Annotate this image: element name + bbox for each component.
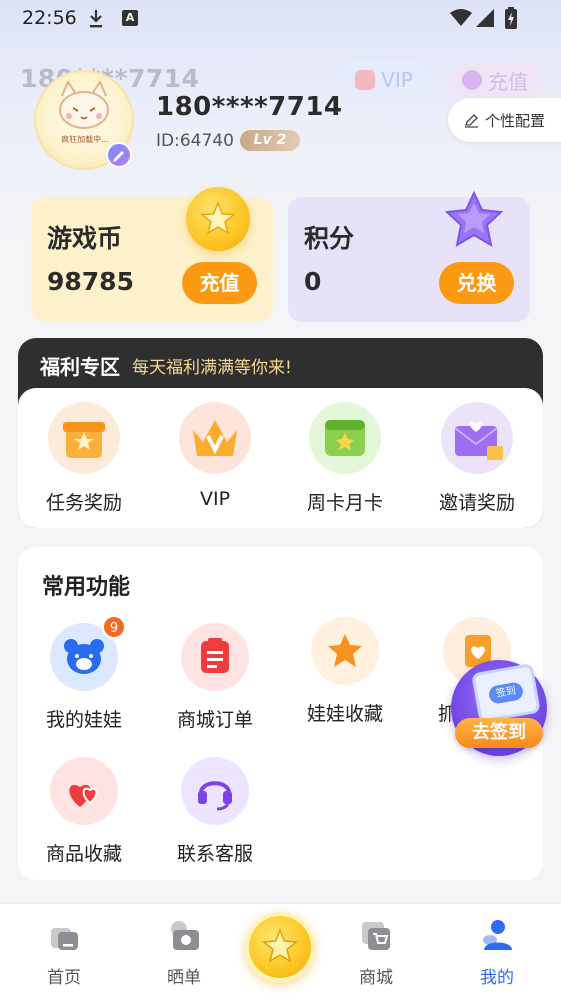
nav-mine[interactable]: 我的 <box>457 918 537 988</box>
func-label: 商城订单 <box>176 709 253 731</box>
welfare-item-vip[interactable]: VIP <box>160 402 270 510</box>
floating-signin-button[interactable]: 签到 去签到 <box>451 660 547 756</box>
common-functions-title: 常用功能 <box>42 575 131 600</box>
func-my-dolls[interactable]: 9 我的娃娃 <box>29 615 139 732</box>
bottom-nav: 首页 晒单 商城 我的 <box>0 903 561 997</box>
pencil-icon <box>113 151 124 162</box>
welfare-item-weekly-monthly-card[interactable]: 周卡月卡 <box>290 402 400 515</box>
status-time: 22:56 <box>22 7 77 29</box>
gem-star-icon <box>444 190 504 247</box>
nav-label: 商城 <box>359 968 393 988</box>
cart-icon <box>362 922 390 950</box>
coin-star-icon <box>262 928 298 963</box>
header-recharge-button[interactable]: 充值 <box>447 62 543 98</box>
welfare-item-label: 任务奖励 <box>45 492 122 514</box>
points-card[interactable]: 积分 0 兑换 <box>288 190 530 322</box>
vip-pill-icon <box>355 70 376 90</box>
game-coin-card[interactable]: 游戏币 98785 充值 <box>31 187 273 322</box>
welfare-items: 任务奖励 VIP 周卡月卡 邀请奖励 <box>18 388 543 528</box>
func-label: 娃娃收藏 <box>306 703 383 725</box>
avatar-edit-button[interactable] <box>106 142 132 168</box>
center-coin-button[interactable] <box>245 912 315 982</box>
invite-envelope-icon <box>441 402 513 474</box>
user-id: ID:64740 <box>156 131 234 151</box>
welfare-section: 福利专区 每天福利满满等你来! 任务奖励 VIP 周卡月卡 邀请奖励 <box>18 338 543 528</box>
profile-icon <box>483 920 512 950</box>
download-icon <box>90 10 102 28</box>
points-title: 积分 <box>304 224 355 253</box>
signal-icon <box>476 9 494 27</box>
gift-box-icon <box>48 402 120 474</box>
game-coin-value: 98785 <box>47 267 134 296</box>
coin-recharge-button[interactable]: 充值 <box>182 262 257 304</box>
coin-icon <box>186 187 250 251</box>
star-icon <box>311 617 379 685</box>
points-exchange-button[interactable]: 兑换 <box>439 262 514 304</box>
header-recharge-label: 充值 <box>488 69 528 94</box>
bear-icon: 9 <box>50 615 126 691</box>
status-bar: 22:56 A <box>0 0 561 38</box>
nav-label: 我的 <box>480 968 514 988</box>
personal-config-button[interactable]: 个性配置 <box>448 98 561 142</box>
nav-label: 晒单 <box>167 968 201 988</box>
personal-config-label: 个性配置 <box>485 111 546 130</box>
func-label: 我的娃娃 <box>45 709 122 731</box>
nav-home[interactable]: 首页 <box>24 918 104 988</box>
welfare-item-label: 周卡月卡 <box>306 492 383 514</box>
func-customer-service[interactable]: 联系客服 <box>160 757 270 866</box>
nav-label: 首页 <box>47 968 81 988</box>
func-shop-orders[interactable]: 商城订单 <box>160 623 270 732</box>
func-doll-favorites[interactable]: 娃娃收藏 <box>290 617 400 726</box>
game-coin-title: 游戏币 <box>47 224 123 253</box>
welfare-item-invite-reward[interactable]: 邀请奖励 <box>422 402 532 515</box>
welfare-title: 福利专区 <box>40 355 120 379</box>
edit-pen-icon <box>465 113 478 128</box>
points-value: 0 <box>304 267 322 296</box>
keyboard-a-icon: A <box>122 10 138 26</box>
nav-shop[interactable]: 商城 <box>336 918 416 988</box>
calendar-icon: 签到 <box>471 662 541 724</box>
signin-label: 去签到 <box>455 718 543 748</box>
home-icon <box>51 928 78 950</box>
nav-showcase[interactable]: 晒单 <box>144 918 224 988</box>
camera-icon <box>171 921 199 950</box>
wifi-icon <box>450 9 472 26</box>
calendar-card-icon <box>309 402 381 474</box>
doll-count-badge: 9 <box>102 615 126 639</box>
battery-charging-icon <box>505 7 517 29</box>
func-label: 商品收藏 <box>45 843 122 865</box>
welfare-item-label: 邀请奖励 <box>438 492 515 514</box>
welfare-subtitle: 每天福利满满等你来! <box>132 358 292 378</box>
func-label: 联系客服 <box>176 843 253 865</box>
welfare-item-label: VIP <box>199 488 231 510</box>
signin-calendar-text: 签到 <box>487 681 525 705</box>
welfare-item-task-reward[interactable]: 任务奖励 <box>29 402 139 515</box>
headset-icon <box>181 757 249 825</box>
vip-button[interactable]: VIP <box>340 62 428 98</box>
user-phone: 180****7714 <box>156 92 343 122</box>
level-badge: Lv 2 <box>240 130 300 151</box>
vip-button-label: VIP <box>381 68 413 92</box>
order-icon <box>181 623 249 691</box>
hearts-icon <box>50 757 118 825</box>
recharge-pill-icon <box>462 70 482 90</box>
func-product-favorites[interactable]: 商品收藏 <box>29 757 139 866</box>
crown-icon <box>179 402 251 474</box>
